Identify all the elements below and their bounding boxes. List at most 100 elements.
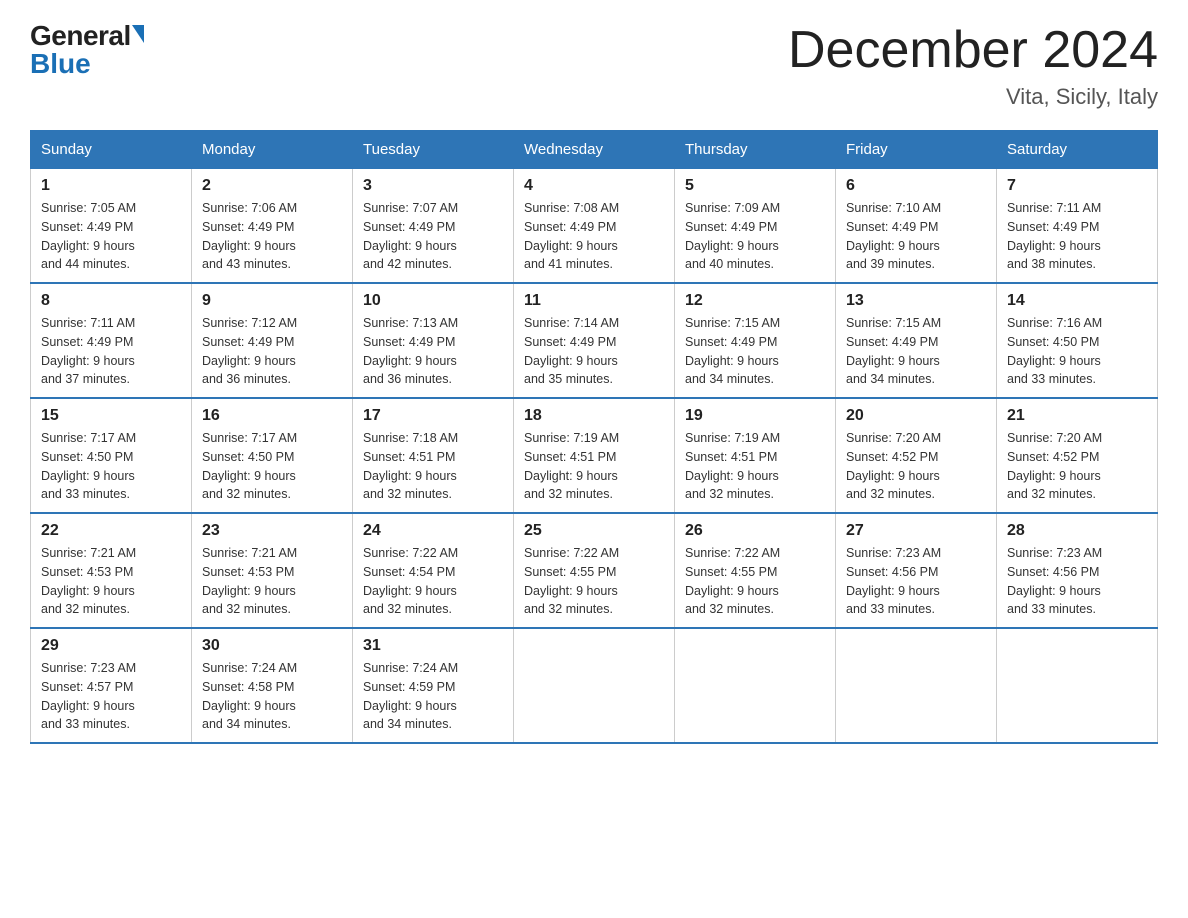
day-info: Sunrise: 7:17 AMSunset: 4:50 PMDaylight:…: [202, 429, 342, 504]
day-number: 25: [524, 522, 664, 540]
day-info: Sunrise: 7:20 AMSunset: 4:52 PMDaylight:…: [1007, 429, 1147, 504]
day-number: 18: [524, 407, 664, 425]
week-row-3: 15 Sunrise: 7:17 AMSunset: 4:50 PMDayligh…: [31, 398, 1158, 513]
day-number: 19: [685, 407, 825, 425]
day-number: 16: [202, 407, 342, 425]
calendar-cell: 18 Sunrise: 7:19 AMSunset: 4:51 PMDayligh…: [514, 398, 675, 513]
day-info: Sunrise: 7:22 AMSunset: 4:55 PMDaylight:…: [685, 544, 825, 619]
day-info: Sunrise: 7:23 AMSunset: 4:56 PMDaylight:…: [1007, 544, 1147, 619]
calendar-cell: [836, 628, 997, 743]
day-info: Sunrise: 7:10 AMSunset: 4:49 PMDaylight:…: [846, 199, 986, 274]
calendar-cell: 23 Sunrise: 7:21 AMSunset: 4:53 PMDayligh…: [192, 513, 353, 628]
calendar-cell: [675, 628, 836, 743]
month-title: December 2024: [788, 20, 1158, 80]
day-number: 3: [363, 177, 503, 195]
day-info: Sunrise: 7:12 AMSunset: 4:49 PMDaylight:…: [202, 314, 342, 389]
day-number: 14: [1007, 292, 1147, 310]
week-row-5: 29 Sunrise: 7:23 AMSunset: 4:57 PMDayligh…: [31, 628, 1158, 743]
calendar-cell: 29 Sunrise: 7:23 AMSunset: 4:57 PMDayligh…: [31, 628, 192, 743]
day-number: 24: [363, 522, 503, 540]
day-info: Sunrise: 7:24 AMSunset: 4:59 PMDaylight:…: [363, 659, 503, 734]
day-info: Sunrise: 7:11 AMSunset: 4:49 PMDaylight:…: [41, 314, 181, 389]
calendar-cell: 26 Sunrise: 7:22 AMSunset: 4:55 PMDayligh…: [675, 513, 836, 628]
day-info: Sunrise: 7:23 AMSunset: 4:56 PMDaylight:…: [846, 544, 986, 619]
weekday-header-row: SundayMondayTuesdayWednesdayThursdayFrid…: [31, 131, 1158, 169]
day-info: Sunrise: 7:21 AMSunset: 4:53 PMDaylight:…: [41, 544, 181, 619]
day-number: 29: [41, 637, 181, 655]
calendar-cell: 30Sunrise: 7:24 AMSunset: 4:58 PMDayligh…: [192, 628, 353, 743]
day-number: 2: [202, 177, 342, 195]
day-number: 9: [202, 292, 342, 310]
calendar-cell: 24Sunrise: 7:22 AMSunset: 4:54 PMDayligh…: [353, 513, 514, 628]
day-info: Sunrise: 7:14 AMSunset: 4:49 PMDaylight:…: [524, 314, 664, 389]
week-row-2: 8 Sunrise: 7:11 AMSunset: 4:49 PMDaylight…: [31, 283, 1158, 398]
day-info: Sunrise: 7:06 AMSunset: 4:49 PMDaylight:…: [202, 199, 342, 274]
calendar-title-area: December 2024 Vita, Sicily, Italy: [788, 20, 1158, 110]
day-number: 20: [846, 407, 986, 425]
day-number: 12: [685, 292, 825, 310]
day-number: 7: [1007, 177, 1147, 195]
day-info: Sunrise: 7:08 AMSunset: 4:49 PMDaylight:…: [524, 199, 664, 274]
day-info: Sunrise: 7:11 AMSunset: 4:49 PMDaylight:…: [1007, 199, 1147, 274]
calendar-cell: 9 Sunrise: 7:12 AMSunset: 4:49 PMDaylight…: [192, 283, 353, 398]
calendar-cell: 31 Sunrise: 7:24 AMSunset: 4:59 PMDayligh…: [353, 628, 514, 743]
calendar-cell: 10 Sunrise: 7:13 AMSunset: 4:49 PMDayligh…: [353, 283, 514, 398]
calendar-cell: 27 Sunrise: 7:23 AMSunset: 4:56 PMDayligh…: [836, 513, 997, 628]
day-number: 23: [202, 522, 342, 540]
calendar-cell: [997, 628, 1158, 743]
logo-bottom-text: Blue: [30, 48, 91, 80]
calendar-cell: [514, 628, 675, 743]
day-info: Sunrise: 7:13 AMSunset: 4:49 PMDaylight:…: [363, 314, 503, 389]
weekday-header-wednesday: Wednesday: [514, 131, 675, 169]
location-title: Vita, Sicily, Italy: [788, 84, 1158, 110]
day-number: 21: [1007, 407, 1147, 425]
weekday-header-tuesday: Tuesday: [353, 131, 514, 169]
day-info: Sunrise: 7:23 AMSunset: 4:57 PMDaylight:…: [41, 659, 181, 734]
calendar-cell: 25Sunrise: 7:22 AMSunset: 4:55 PMDayligh…: [514, 513, 675, 628]
calendar-cell: 4 Sunrise: 7:08 AMSunset: 4:49 PMDaylight…: [514, 169, 675, 284]
calendar-cell: 28 Sunrise: 7:23 AMSunset: 4:56 PMDayligh…: [997, 513, 1158, 628]
page-header: General Blue December 2024 Vita, Sicily,…: [30, 20, 1158, 110]
day-info: Sunrise: 7:15 AMSunset: 4:49 PMDaylight:…: [685, 314, 825, 389]
day-number: 17: [363, 407, 503, 425]
day-number: 4: [524, 177, 664, 195]
calendar-cell: 16 Sunrise: 7:17 AMSunset: 4:50 PMDayligh…: [192, 398, 353, 513]
day-number: 28: [1007, 522, 1147, 540]
day-info: Sunrise: 7:16 AMSunset: 4:50 PMDaylight:…: [1007, 314, 1147, 389]
day-number: 26: [685, 522, 825, 540]
weekday-header-saturday: Saturday: [997, 131, 1158, 169]
calendar-table: SundayMondayTuesdayWednesdayThursdayFrid…: [30, 130, 1158, 744]
day-number: 8: [41, 292, 181, 310]
day-info: Sunrise: 7:15 AMSunset: 4:49 PMDaylight:…: [846, 314, 986, 389]
day-info: Sunrise: 7:17 AMSunset: 4:50 PMDaylight:…: [41, 429, 181, 504]
calendar-cell: 20Sunrise: 7:20 AMSunset: 4:52 PMDayligh…: [836, 398, 997, 513]
day-number: 10: [363, 292, 503, 310]
calendar-cell: 12 Sunrise: 7:15 AMSunset: 4:49 PMDayligh…: [675, 283, 836, 398]
logo: General Blue: [30, 20, 144, 80]
day-number: 22: [41, 522, 181, 540]
calendar-cell: 22 Sunrise: 7:21 AMSunset: 4:53 PMDayligh…: [31, 513, 192, 628]
weekday-header-sunday: Sunday: [31, 131, 192, 169]
calendar-cell: 21 Sunrise: 7:20 AMSunset: 4:52 PMDayligh…: [997, 398, 1158, 513]
day-number: 1: [41, 177, 181, 195]
day-info: Sunrise: 7:07 AMSunset: 4:49 PMDaylight:…: [363, 199, 503, 274]
calendar-cell: 7 Sunrise: 7:11 AMSunset: 4:49 PMDaylight…: [997, 169, 1158, 284]
day-number: 11: [524, 292, 664, 310]
day-info: Sunrise: 7:19 AMSunset: 4:51 PMDaylight:…: [524, 429, 664, 504]
calendar-cell: 1Sunrise: 7:05 AMSunset: 4:49 PMDaylight…: [31, 169, 192, 284]
calendar-cell: 13 Sunrise: 7:15 AMSunset: 4:49 PMDayligh…: [836, 283, 997, 398]
day-number: 13: [846, 292, 986, 310]
week-row-4: 22 Sunrise: 7:21 AMSunset: 4:53 PMDayligh…: [31, 513, 1158, 628]
day-number: 15: [41, 407, 181, 425]
weekday-header-monday: Monday: [192, 131, 353, 169]
calendar-cell: 15 Sunrise: 7:17 AMSunset: 4:50 PMDayligh…: [31, 398, 192, 513]
day-number: 31: [363, 637, 503, 655]
calendar-cell: 11 Sunrise: 7:14 AMSunset: 4:49 PMDayligh…: [514, 283, 675, 398]
day-info: Sunrise: 7:21 AMSunset: 4:53 PMDaylight:…: [202, 544, 342, 619]
calendar-cell: 17Sunrise: 7:18 AMSunset: 4:51 PMDayligh…: [353, 398, 514, 513]
day-number: 5: [685, 177, 825, 195]
day-info: Sunrise: 7:09 AMSunset: 4:49 PMDaylight:…: [685, 199, 825, 274]
calendar-cell: 3 Sunrise: 7:07 AMSunset: 4:49 PMDaylight…: [353, 169, 514, 284]
day-number: 27: [846, 522, 986, 540]
day-number: 30: [202, 637, 342, 655]
